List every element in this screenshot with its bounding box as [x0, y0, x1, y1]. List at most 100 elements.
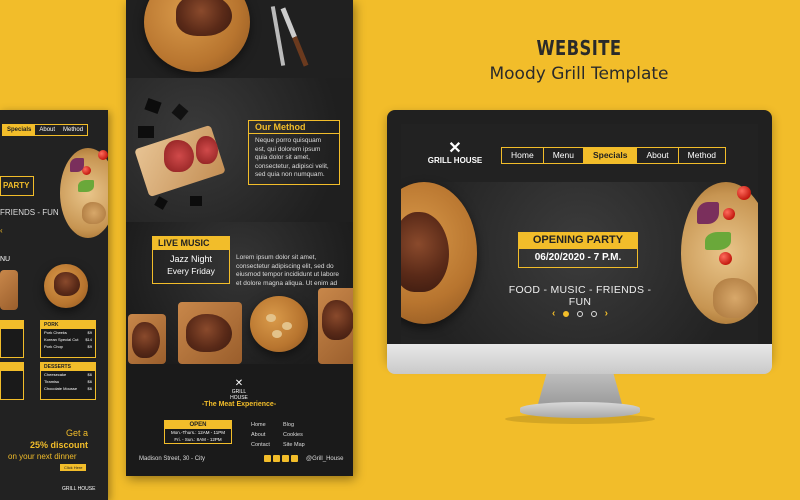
nav-method[interactable]: Method [679, 148, 725, 163]
mobile-steak-image [54, 272, 80, 296]
footer-link-home[interactable]: Home [251, 420, 270, 430]
mobile-menu-box-left2 [0, 362, 24, 400]
nav-about[interactable]: About [637, 148, 679, 163]
mobile-box-title: PORK [41, 321, 95, 329]
charcoal-image [154, 196, 168, 210]
mobile-salad-image [60, 148, 108, 238]
mobile-box-header [1, 321, 23, 329]
footer-address: Madison Street, 30 - City [139, 456, 206, 462]
hero-grilled-meat-image [713, 278, 757, 318]
knife-icon [280, 7, 309, 67]
row-name: Pork Chop [44, 344, 63, 349]
opening-hours-line: Mon.-Thurs.: 12AM - 11PM [171, 430, 225, 435]
page-title: WEBSITE [536, 36, 622, 60]
mobile-nav: Specials About Method [2, 124, 89, 136]
longpage-hero-section [126, 0, 353, 78]
raw-meat-image [196, 136, 218, 164]
row-price: $9 [87, 330, 92, 335]
mushroom-image [272, 330, 282, 338]
live-music-title: LIVE MUSIC [152, 236, 230, 250]
mobile-meat-image [82, 202, 106, 224]
mobile-box-row: Korean Special Cut $14 [41, 336, 95, 343]
logo-text: GRILL HOUSE [427, 156, 483, 165]
mushroom-plate-image [250, 296, 308, 352]
row-name: Cheesecake [44, 372, 67, 377]
hero-title-block: WEBSITE Moody Grill Template [470, 36, 688, 84]
mobile-party-box: PARTY [0, 176, 34, 196]
mobile-nav-method[interactable]: Method [59, 125, 87, 135]
slider-next-icon[interactable]: › [605, 308, 608, 319]
mobile-discount-get: Get a [66, 428, 89, 438]
footer-link-cookies[interactable]: Cookies [283, 430, 305, 440]
grill-logo-icon: ✕ [448, 140, 462, 157]
instagram-icon[interactable] [264, 455, 271, 462]
opening-hours-line: Fri. - Sun.: 8AM - 12PM [174, 437, 222, 442]
method-title: Our Method [248, 120, 340, 134]
youtube-icon[interactable] [291, 455, 298, 462]
nav-menu[interactable]: Menu [544, 148, 584, 163]
mobile-slider-prev[interactable]: ‹ [0, 226, 3, 235]
mobile-mockup: Specials About Method PARTY FRIENDS - FU… [0, 110, 108, 500]
row-price: $6 [87, 372, 92, 377]
steak-image [322, 300, 353, 340]
row-price: $6 [87, 386, 92, 391]
charcoal-image [144, 97, 162, 115]
row-price: $6 [87, 379, 92, 384]
mobile-box-row: Tiramisu $6 [41, 378, 95, 385]
page-subtitle: Moody Grill Template [489, 64, 669, 84]
facebook-icon[interactable] [273, 455, 280, 462]
meat-experience-tagline: -The Meat Experience- [201, 401, 277, 408]
mobile-discount-next: on your next dinner [8, 452, 77, 461]
mobile-tomato-image [98, 150, 108, 160]
slider-dot[interactable] [577, 310, 583, 317]
mushroom-image [266, 314, 276, 322]
live-music-body: Lorem ipsum dolor sit amet, consectetur … [236, 254, 339, 287]
row-price: $9 [87, 344, 92, 349]
nav-specials[interactable]: Specials [583, 148, 638, 163]
slider-prev-icon[interactable]: ‹ [552, 308, 555, 319]
row-name: Pork Cheeks [44, 330, 67, 335]
mobile-box-title: DESSERTS [41, 363, 95, 371]
twitter-icon[interactable] [282, 455, 289, 462]
footer-link-contact[interactable]: Contact [251, 440, 270, 450]
monitor-stand-base [520, 402, 640, 418]
footer-links-col1: Home About Contact [251, 420, 270, 450]
mobile-nav-about[interactable]: About [35, 125, 59, 135]
charcoal-image [190, 196, 202, 206]
mobile-leaf-image [78, 180, 94, 192]
mobile-footer-logo: GRILL HOUSE [62, 486, 96, 492]
monitor-stand-neck [538, 374, 622, 404]
hero-tomato-image [719, 252, 732, 265]
hero-tomato-image [737, 186, 751, 200]
footer-link-blog[interactable]: Blog [283, 420, 305, 430]
row-name: Korean Special Cut [44, 337, 79, 342]
grill-logo-icon: ✕ [234, 378, 244, 389]
slider-controls: ‹ › [552, 308, 608, 319]
opening-party-title: OPENING PARTY [518, 232, 638, 248]
opening-hours-box: OPEN Mon.-Thurs.: 12AM - 11PM Fri. - Sun… [164, 420, 232, 444]
live-music-day: Every Friday [167, 266, 215, 276]
mobile-menu-box-left [0, 320, 24, 358]
opening-hours-title: OPEN [165, 421, 231, 429]
footer-link-sitemap[interactable]: Site Map [283, 440, 305, 450]
site-logo[interactable]: ✕ GRILL HOUSE [423, 140, 487, 166]
mobile-box-row: Chocolate Mousse $6 [41, 385, 95, 392]
mobile-discount-percent: 25% discount [30, 440, 89, 450]
hero-leaf-image [705, 232, 731, 250]
steak-image [186, 314, 232, 352]
mobile-box-row: Pork Chop $9 [41, 343, 95, 350]
slider-dot[interactable] [590, 310, 597, 317]
mobile-click-here-button[interactable]: Click Here [60, 464, 87, 471]
opening-party-date: 06/20/2020 - 7 P.M. [518, 248, 638, 268]
footer-links-col2: Blog Cookies Site Map [283, 420, 305, 450]
mobile-board-image [0, 270, 18, 310]
monitor-chin [387, 344, 772, 374]
live-music-event: Jazz Night [169, 254, 213, 264]
nav-home[interactable]: Home [502, 148, 544, 163]
slider-dot[interactable] [563, 310, 570, 317]
row-price: $14 [85, 337, 92, 342]
raw-meat-image [164, 140, 194, 172]
mobile-nav-specials[interactable]: Specials [3, 125, 36, 135]
mobile-box-row: Cheesecake $6 [41, 371, 95, 378]
footer-link-about[interactable]: About [251, 430, 270, 440]
